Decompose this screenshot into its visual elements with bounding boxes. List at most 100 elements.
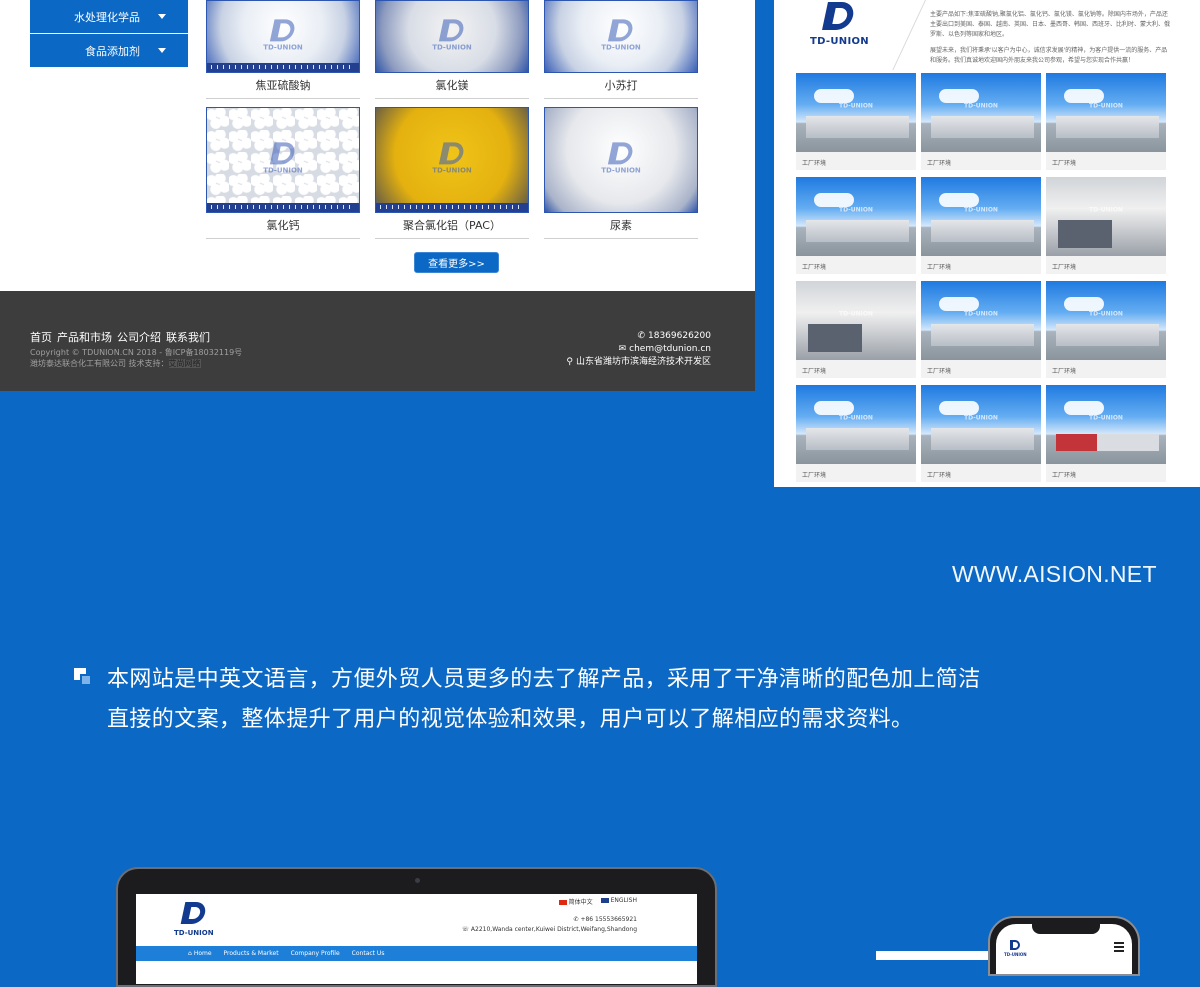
white-strip (876, 951, 991, 960)
environment-card[interactable]: TD-UNION 工厂环境 (1046, 281, 1166, 378)
product-card[interactable]: TD-UNION 氯化镁 (375, 0, 529, 99)
environment-photo[interactable]: TD-UNION (796, 73, 916, 152)
cloud (814, 88, 854, 103)
bullet-squares-icon (74, 668, 92, 686)
product-name[interactable]: 小苏打 (544, 77, 698, 93)
photo-watermark: TD-UNION (964, 206, 998, 214)
product-name[interactable]: 氯化镁 (375, 77, 529, 93)
environment-card[interactable]: TD-UNION 工厂环境 (921, 385, 1041, 482)
factory-building (805, 427, 909, 450)
footer-link-about[interactable]: 公司介绍 (117, 329, 161, 345)
environment-photo[interactable]: TD-UNION (1046, 177, 1166, 256)
ruler (207, 63, 359, 72)
environment-card[interactable]: TD-UNION 工厂环境 (921, 281, 1041, 378)
footer-link-contact[interactable]: 联系我们 (166, 329, 210, 345)
product-image[interactable]: TD-UNION (375, 0, 529, 73)
ruler (376, 203, 528, 212)
product-name[interactable]: 焦亚硫酸钠 (206, 77, 360, 93)
environment-photo[interactable]: TD-UNION (1046, 385, 1166, 464)
laptop-mockup: TD-UNION 简体中文 ENGLISH ✆ +86 15553665921 … (116, 867, 717, 987)
nav-contact[interactable]: Contact Us (352, 950, 385, 957)
laptop-logo[interactable]: TD-UNION (174, 902, 214, 937)
product-card[interactable]: TD-UNION 氯化钙 (206, 107, 360, 239)
factory-building (1055, 434, 1159, 452)
company-page-mockup: TD-UNION 主要产品如下:焦亚硫酸钠,聚氯化铝、氯化钙、氯化镁、氯化钠等。… (774, 0, 1200, 487)
environment-photo[interactable]: TD-UNION (921, 385, 1041, 464)
factory-building (805, 115, 909, 138)
nav-company-profile[interactable]: Company Profile (291, 950, 340, 957)
environment-photo[interactable]: TD-UNION (796, 385, 916, 464)
product-image[interactable]: TD-UNION (544, 0, 698, 73)
product-card[interactable]: TD-UNION 聚合氯化铝（PAC） (375, 107, 529, 239)
sidebar-item-food-additives[interactable]: 食品添加剂 (30, 34, 188, 67)
footer-link-products[interactable]: 产品和市场 (57, 329, 112, 345)
phone-screen: TD-UNION (996, 924, 1132, 974)
footer-link-home[interactable]: 首页 (30, 329, 52, 345)
lang-en[interactable]: ENGLISH (600, 897, 637, 906)
environment-photo[interactable]: TD-UNION (796, 177, 916, 256)
cloud (814, 192, 854, 207)
factory-building (1055, 115, 1159, 138)
brand-watermark: TD-UNION (601, 18, 641, 51)
view-more-button[interactable]: 查看更多>> (414, 252, 499, 273)
company-logo[interactable]: TD-UNION (810, 2, 869, 47)
product-card[interactable]: TD-UNION 尿素 (544, 107, 698, 239)
footer-address: ⚲ 山东省潍坊市滨海经济技术开发区 (563, 356, 711, 369)
nav-home[interactable]: ⌂ Home (188, 950, 212, 957)
logo-d-icon (607, 18, 635, 41)
footer-copyright: Copyright © TDUNION.CN 2018 - 鲁ICP备18032… (30, 347, 242, 369)
product-card[interactable]: TD-UNION 小苏打 (544, 0, 698, 99)
logo-d-icon (180, 902, 208, 924)
product-card[interactable]: TD-UNION 焦亚硫酸钠 (206, 0, 360, 99)
product-image[interactable]: TD-UNION (544, 107, 698, 213)
phone-logo[interactable]: TD-UNION (1004, 940, 1027, 957)
product-name[interactable]: 聚合氯化铝（PAC） (375, 217, 529, 233)
environment-card[interactable]: TD-UNION 工厂环境 (796, 177, 916, 274)
cloud (814, 400, 854, 415)
hamburger-menu-icon[interactable] (1114, 942, 1124, 954)
environment-photo[interactable]: TD-UNION (1046, 281, 1166, 360)
product-image[interactable]: TD-UNION (206, 107, 360, 213)
environment-card[interactable]: TD-UNION 工厂环境 (1046, 385, 1166, 482)
product-image[interactable]: TD-UNION (206, 0, 360, 73)
envelope-icon: ✉ (618, 344, 627, 354)
cloud (939, 296, 979, 311)
environment-caption: 工厂环境 (802, 264, 827, 271)
brand-watermark: TD-UNION (263, 142, 303, 174)
environment-photo[interactable]: TD-UNION (796, 281, 916, 360)
lang-cn[interactable]: 简体中文 (558, 897, 593, 906)
environment-caption: 工厂环境 (802, 368, 827, 375)
cloud (939, 192, 979, 207)
environment-card[interactable]: TD-UNION 工厂环境 (921, 177, 1041, 274)
product-name[interactable]: 尿素 (544, 217, 698, 233)
photo-watermark: TD-UNION (964, 310, 998, 318)
environment-card[interactable]: TD-UNION 工厂环境 (1046, 177, 1166, 274)
environment-card[interactable]: TD-UNION 工厂环境 (921, 73, 1041, 170)
environment-photo[interactable]: TD-UNION (1046, 73, 1166, 152)
environment-caption: 工厂环境 (927, 160, 952, 167)
environment-card[interactable]: TD-UNION 工厂环境 (1046, 73, 1166, 170)
footer-nav: 首页 产品和市场 公司介绍 联系我们 (30, 329, 210, 345)
product-name[interactable]: 氯化钙 (206, 217, 360, 233)
environment-card[interactable]: TD-UNION 工厂环境 (796, 385, 916, 482)
environment-card[interactable]: TD-UNION 工厂环境 (796, 281, 916, 378)
brand-watermark: TD-UNION (263, 18, 303, 51)
environment-photo[interactable]: TD-UNION (921, 177, 1041, 256)
nav-products[interactable]: Products & Market (224, 950, 279, 957)
caret-down-icon (158, 48, 166, 53)
environment-photo[interactable]: TD-UNION (921, 281, 1041, 360)
support-link[interactable]: 艾尚网络 (168, 359, 201, 368)
sidebar-item-water-treatment[interactable]: 水处理化学品 (30, 0, 188, 33)
footer-email: ✉ chem@tdunion.cn (563, 343, 711, 356)
environment-card[interactable]: TD-UNION 工厂环境 (796, 73, 916, 170)
site-footer: 首页 产品和市场 公司介绍 联系我们 Copyright © TDUNION.C… (0, 291, 755, 391)
phone-mockup: TD-UNION (988, 916, 1140, 976)
photo-watermark: TD-UNION (964, 102, 998, 110)
product-image[interactable]: TD-UNION (375, 107, 529, 213)
company-support-text: 潍坊泰达联合化工有限公司 技术支持：艾尚网络 (30, 359, 201, 368)
factory-building (930, 427, 1034, 450)
photo-watermark: TD-UNION (1089, 414, 1123, 422)
site-url: WWW.AISION.NET (952, 561, 1157, 587)
photo-watermark: TD-UNION (964, 414, 998, 422)
environment-photo[interactable]: TD-UNION (921, 73, 1041, 152)
